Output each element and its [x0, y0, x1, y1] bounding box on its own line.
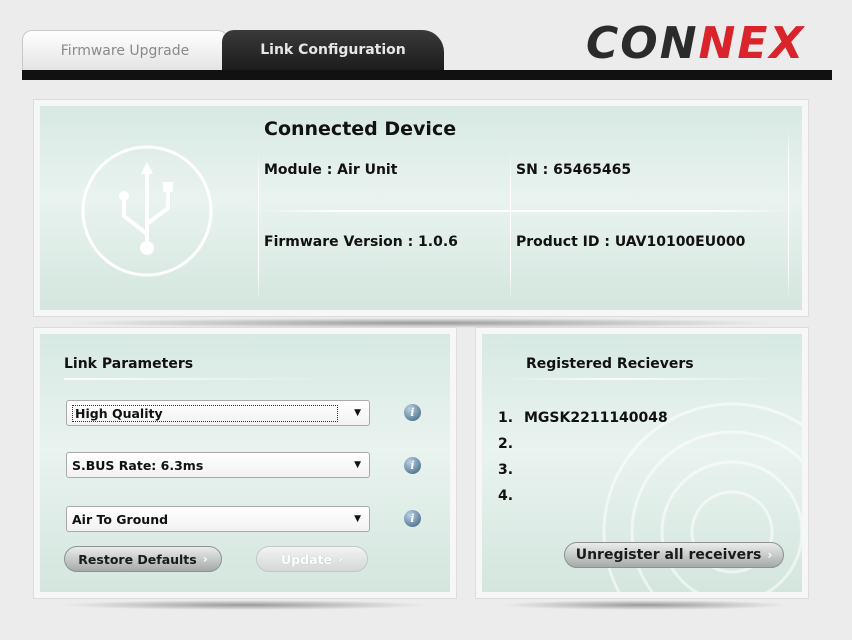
serial-number-text: SN : 65465465 — [516, 162, 632, 178]
module-text: Module : Air Unit — [264, 162, 398, 178]
connected-device-title: Connected Device — [264, 118, 457, 140]
select-value: S.BUS Rate: 6.3ms — [72, 457, 204, 473]
receiver-number: 3. — [498, 462, 514, 478]
info-icon[interactable]: i — [404, 404, 421, 421]
title-underline — [502, 378, 782, 380]
button-label: Restore Defaults — [78, 551, 197, 567]
tab-link-configuration[interactable]: Link Configuration — [222, 30, 444, 70]
quality-select[interactable]: High Quality ▼ — [66, 400, 370, 426]
receiver-list-item: 1. MGSK2211140048 — [498, 410, 668, 426]
divider — [258, 152, 259, 302]
receiver-number: 2. — [498, 436, 514, 452]
sbus-rate-select[interactable]: S.BUS Rate: 6.3ms ▼ — [66, 452, 370, 478]
tab-label: Firmware Upgrade — [60, 42, 190, 59]
logo-wordmark: CONNEX — [586, 18, 805, 66]
chevron-right-icon: › — [202, 552, 208, 566]
chevron-right-icon: › — [767, 548, 773, 562]
link-parameters-title: Link Parameters — [64, 356, 194, 372]
link-parameters-panel: Link Parameters High Quality ▼ i S.BUS R… — [34, 328, 456, 598]
link-mode-select[interactable]: Air To Ground ▼ — [66, 506, 370, 532]
tab-firmware-upgrade[interactable]: Firmware Upgrade — [22, 30, 228, 70]
signal-rings-watermark — [602, 402, 802, 592]
panel-shadow — [60, 318, 780, 328]
unregister-all-receivers-button[interactable]: Unregister all receivers › — [564, 542, 784, 568]
receiver-number: 4. — [498, 488, 514, 504]
divider — [260, 210, 790, 212]
select-value: High Quality — [72, 404, 338, 422]
info-icon[interactable]: i — [404, 457, 421, 474]
button-label: Update — [281, 551, 332, 567]
receiver-name: MGSK2211140048 — [524, 410, 668, 426]
connex-logo: CONNEX — [586, 18, 805, 66]
dropdown-arrow-icon: ▼ — [354, 460, 361, 470]
panel-shadow — [60, 600, 430, 610]
usb-icon — [81, 145, 213, 277]
divider — [510, 152, 511, 302]
info-icon[interactable]: i — [404, 510, 421, 527]
tab-underline-bar — [22, 70, 832, 80]
dropdown-arrow-icon: ▼ — [354, 514, 361, 524]
select-value: Air To Ground — [72, 511, 169, 527]
update-button[interactable]: Update › — [256, 546, 368, 572]
receiver-list-item: 4. — [498, 488, 524, 504]
registered-receivers-panel: Registered Recievers 1. MGSK2211140048 2.… — [476, 328, 808, 598]
receiver-number: 1. — [498, 410, 514, 426]
receiver-list-item: 2. — [498, 436, 524, 452]
connected-device-panel: Connected Device Module : Air Unit SN : … — [34, 100, 808, 316]
button-label: Unregister all receivers — [575, 547, 762, 563]
panel-shadow — [500, 600, 790, 610]
registered-receivers-title: Registered Recievers — [526, 356, 694, 372]
firmware-version-text: Firmware Version : 1.0.6 — [264, 234, 458, 250]
dropdown-arrow-icon: ▼ — [354, 408, 361, 418]
restore-defaults-button[interactable]: Restore Defaults › — [64, 546, 222, 572]
divider — [788, 126, 789, 302]
title-underline — [64, 378, 334, 380]
chevron-right-icon: › — [337, 552, 343, 566]
receiver-list-item: 3. — [498, 462, 524, 478]
tab-label: Link Configuration — [260, 42, 406, 58]
product-id-text: Product ID : UAV10100EU000 — [516, 234, 746, 250]
